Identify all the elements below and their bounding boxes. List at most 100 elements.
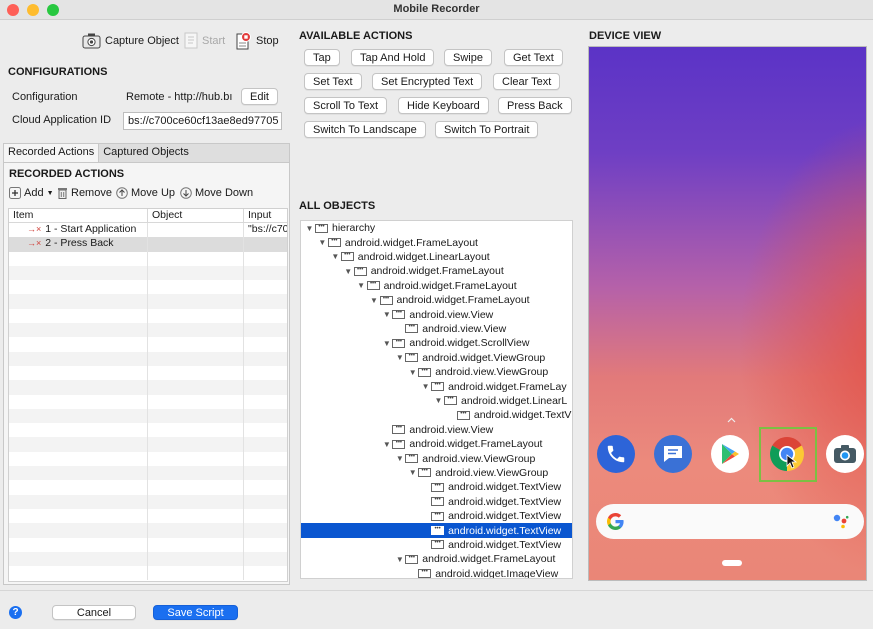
tree-node[interactable]: ••• android.widget.TextView xyxy=(301,509,572,523)
tree-node[interactable]: ••• android.widget.TextView xyxy=(301,495,572,509)
cell-object xyxy=(148,566,244,581)
empty-table-row xyxy=(9,351,287,366)
tree-node[interactable]: ▼ ••• android.widget.FrameLayout xyxy=(301,264,572,278)
tree-node[interactable]: ••• android.widget.TextV xyxy=(301,408,572,422)
tab-recorded-actions[interactable]: Recorded Actions xyxy=(4,144,100,162)
action-scroll-to-text-button[interactable]: Scroll To Text xyxy=(304,97,388,114)
google-search-bar[interactable] xyxy=(596,504,864,539)
expand-chevron-icon[interactable]: ▼ xyxy=(369,296,380,305)
tree-node[interactable]: ▼ ••• android.view.ViewGroup xyxy=(301,466,572,480)
tree-node[interactable]: ••• android.widget.ImageView xyxy=(301,567,572,578)
cell-object xyxy=(148,265,244,281)
move-up-button[interactable]: Move Up xyxy=(116,187,175,199)
cell-item xyxy=(9,323,148,338)
cell-object xyxy=(148,351,244,366)
cell-input xyxy=(244,366,287,380)
tree-node[interactable]: ▼ ••• android.widget.ScrollView xyxy=(301,336,572,350)
tree-node-label: android.view.ViewGroup xyxy=(435,466,549,479)
tree-node[interactable]: ▼ ••• android.view.ViewGroup xyxy=(301,451,572,465)
play-store-app-icon[interactable] xyxy=(711,435,749,473)
stop-button[interactable]: Stop xyxy=(236,31,279,50)
cell-item xyxy=(9,466,148,481)
tree-node[interactable]: ▼ ••• android.view.View xyxy=(301,307,572,321)
expand-chevron-icon[interactable]: ▼ xyxy=(394,555,405,564)
action-tap-button[interactable]: Tap xyxy=(304,49,340,66)
expand-chevron-icon[interactable]: ▼ xyxy=(407,368,418,377)
tree-node[interactable]: ▼ ••• android.widget.FrameLay xyxy=(301,379,572,393)
expand-chevron-icon[interactable]: ▼ xyxy=(330,252,341,261)
empty-table-row xyxy=(9,294,287,309)
home-bar[interactable] xyxy=(722,560,742,566)
cloud-application-id-field[interactable]: bs://c700ce60cf13ae8ed97705 xyxy=(123,112,282,130)
add-action-button[interactable]: Add ▼ xyxy=(9,187,54,199)
empty-table-row xyxy=(9,508,287,524)
tree-node[interactable]: ▼ ••• android.widget.ViewGroup xyxy=(301,351,572,365)
tree-node[interactable]: ••• android.widget.TextView xyxy=(301,523,572,538)
tree-node[interactable]: ••• android.widget.TextView xyxy=(301,480,572,494)
node-element-icon: ••• xyxy=(392,310,406,320)
expand-chevron-icon[interactable]: ▼ xyxy=(317,238,328,247)
cell-object xyxy=(148,423,244,438)
tree-node[interactable]: ▼ ••• android.widget.FrameLayout xyxy=(301,279,572,293)
tree-node[interactable]: ▼ ••• android.widget.LinearLayout xyxy=(301,250,572,264)
camera-app-icon[interactable] xyxy=(826,435,864,473)
action-switch-to-portrait-button[interactable]: Switch To Portrait xyxy=(435,121,539,138)
expand-chevron-icon[interactable]: ▼ xyxy=(407,468,418,477)
table-row[interactable]: →× 1 - Start Application "bs://c70 xyxy=(9,223,287,238)
capture-object-button[interactable]: Capture Object xyxy=(82,32,179,49)
action-clear-text-button[interactable]: Clear Text xyxy=(493,73,561,90)
action-press-back-button[interactable]: Press Back xyxy=(498,97,572,114)
messages-app-icon[interactable] xyxy=(654,435,692,473)
phone-app-icon[interactable] xyxy=(597,435,635,473)
start-button[interactable]: Start xyxy=(184,32,225,49)
expand-chevron-icon[interactable]: ▼ xyxy=(433,396,444,405)
cell-item xyxy=(9,294,148,309)
tree-node[interactable]: ••• android.widget.TextView xyxy=(301,538,572,552)
action-get-text-button[interactable]: Get Text xyxy=(504,49,563,66)
cancel-button[interactable]: Cancel xyxy=(52,605,136,620)
remove-action-button[interactable]: Remove xyxy=(57,187,112,199)
expand-chevron-icon[interactable]: ▼ xyxy=(343,267,354,276)
tree-node[interactable]: ▼ ••• hierarchy xyxy=(301,221,572,235)
expand-chevron-icon[interactable]: ▼ xyxy=(356,281,367,290)
action-hide-keyboard-button[interactable]: Hide Keyboard xyxy=(398,97,489,114)
action-switch-to-landscape-button[interactable]: Switch To Landscape xyxy=(304,121,426,138)
column-header-item[interactable]: Item xyxy=(9,209,148,222)
cell-object xyxy=(148,508,244,524)
tab-captured-objects[interactable]: Captured Objects xyxy=(99,144,193,162)
save-script-button[interactable]: Save Script xyxy=(153,605,238,620)
tree-node-label: android.widget.ViewGroup xyxy=(422,351,546,364)
expand-chevron-icon[interactable]: ▼ xyxy=(381,310,392,319)
cell-object xyxy=(148,523,244,538)
device-screen[interactable] xyxy=(588,46,867,581)
tree-node[interactable]: ••• android.view.View xyxy=(301,322,572,336)
action-set-encrypted-text-button[interactable]: Set Encrypted Text xyxy=(372,73,483,90)
expand-chevron-icon[interactable]: ▼ xyxy=(420,382,431,391)
tree-node-label: android.widget.FrameLayout xyxy=(383,279,517,292)
tree-node[interactable]: ▼ ••• android.view.ViewGroup xyxy=(301,365,572,379)
move-down-button[interactable]: Move Down xyxy=(180,187,253,199)
node-element-icon: ••• xyxy=(431,540,445,550)
tree-node[interactable]: ▼ ••• android.widget.FrameLayout xyxy=(301,437,572,451)
expand-chevron-icon[interactable]: ▼ xyxy=(394,454,405,463)
expand-chevron-icon[interactable]: ▼ xyxy=(394,353,405,362)
expand-chevron-icon[interactable]: ▼ xyxy=(381,440,392,449)
expand-chevron-icon[interactable]: ▼ xyxy=(381,339,392,348)
help-button[interactable]: ? xyxy=(9,606,22,619)
tree-node[interactable]: ▼ ••• android.widget.FrameLayout xyxy=(301,552,572,566)
column-header-object[interactable]: Object xyxy=(148,209,244,222)
action-swipe-button[interactable]: Swipe xyxy=(444,49,492,66)
app-drawer-chevron-icon[interactable] xyxy=(727,417,736,423)
tree-node[interactable]: ▼ ••• android.widget.LinearL xyxy=(301,394,572,408)
tree-node-label: android.view.View xyxy=(409,423,494,436)
table-row[interactable]: →× 2 - Press Back xyxy=(9,237,287,252)
tree-node[interactable]: ▼ ••• android.widget.FrameLayout xyxy=(301,235,572,249)
edit-configuration-button[interactable]: Edit xyxy=(241,88,278,105)
tree-node[interactable]: ▼ ••• android.widget.FrameLayout xyxy=(301,293,572,307)
cell-object xyxy=(148,451,244,467)
action-set-text-button[interactable]: Set Text xyxy=(304,73,362,90)
column-header-input[interactable]: Input xyxy=(244,209,287,222)
expand-chevron-icon[interactable]: ▼ xyxy=(304,224,315,233)
tree-node[interactable]: ••• android.view.View xyxy=(301,423,572,437)
action-tap-and-hold-button[interactable]: Tap And Hold xyxy=(351,49,435,66)
